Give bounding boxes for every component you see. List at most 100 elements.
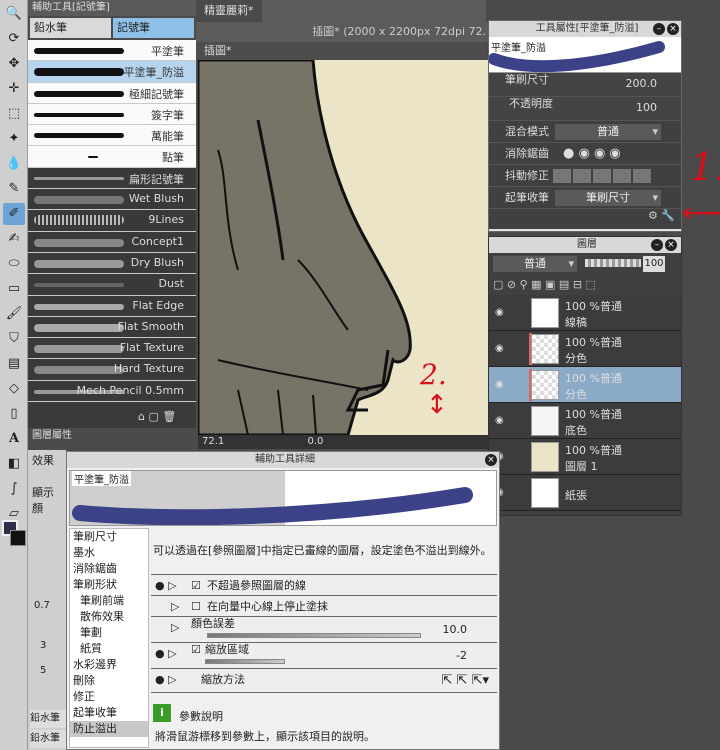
bottom-tab-1[interactable]: 鉛水筆 — [30, 710, 66, 728]
correct-line-icon[interactable]: ∫ — [3, 478, 25, 500]
brush-item[interactable]: 平塗筆 — [28, 40, 196, 62]
canvas-subtab[interactable]: 插圖* — [196, 42, 240, 60]
operation-icon[interactable]: ✛ — [3, 78, 25, 100]
blend-icon[interactable]: ⬭ — [3, 253, 25, 275]
tab-ink-pen[interactable]: 鉛水筆 — [30, 18, 111, 38]
tab-marker[interactable]: 記號筆 — [113, 18, 194, 38]
layer-panel-min-icon[interactable]: – — [651, 239, 663, 251]
bottom-tab-2[interactable]: 鉛水筆 — [30, 730, 66, 748]
layer-opacity-slider[interactable] — [585, 259, 641, 267]
layer-row[interactable]: ◉ 100 %普通 分色 — [489, 367, 681, 403]
opacity-value[interactable]: 100 — [636, 101, 657, 115]
blend-mode-dropdown[interactable]: 普通 — [555, 124, 661, 140]
category-item[interactable]: 散佈效果 — [70, 609, 148, 625]
option-not-exceed-lines[interactable]: ● ▷ ☑ 不超過參照圖層的線 — [151, 575, 497, 596]
scale-area-value[interactable]: -2 — [456, 645, 467, 666]
angle-value[interactable]: 0.0 — [307, 436, 323, 447]
scale-area-slider[interactable] — [205, 659, 285, 664]
antialias-row[interactable]: 消除鋸齒 ● ◉ ◉ ◉ — [489, 143, 681, 165]
option-scale-method[interactable]: ● ▷ 縮放方法 ⇱ ⇱ ⇱▾ — [151, 669, 497, 693]
visibility-eye-icon[interactable]: ◉ — [495, 379, 504, 390]
brush-item[interactable]: Wet Blush — [28, 189, 196, 211]
layer-blend-dropdown[interactable]: 普通 — [493, 256, 577, 272]
brush-item[interactable]: 萬能筆 — [28, 125, 196, 147]
dialog-close-icon[interactable]: × — [485, 454, 497, 466]
start-end-dropdown[interactable]: 筆刷尺寸 — [555, 190, 661, 206]
category-item[interactable]: 消除鋸齒 — [70, 561, 148, 577]
stabilization-row[interactable]: 抖動修正 — [489, 165, 681, 187]
auto-select-icon[interactable]: ✦ — [3, 128, 25, 150]
brush-item[interactable]: 簽字筆 — [28, 103, 196, 126]
eraser-icon[interactable]: ▭ — [3, 278, 25, 300]
move-icon[interactable]: ✥ — [3, 53, 25, 75]
brush-item[interactable]: 點筆 — [28, 146, 196, 168]
category-item[interactable]: 筆刷形狀 — [70, 577, 148, 593]
brush-item[interactable]: 扁形記號筆 — [28, 167, 196, 190]
layer-toolbar[interactable]: ▢ ⊘ ⚲ ▦ ▣ ▤ ⊟ ⬚ — [489, 275, 681, 295]
category-item[interactable]: 起筆收筆 — [70, 705, 148, 721]
brush-item[interactable]: Concept1 — [28, 231, 196, 253]
gradient-icon[interactable]: ▤ — [3, 353, 25, 375]
brush-item[interactable]: Flat Edge — [28, 295, 196, 317]
option-color-tolerance[interactable]: ▷ 顏色誤差 10.0 — [151, 617, 497, 643]
layer-row[interactable]: ◉ 100 %普通 底色 — [489, 403, 681, 439]
brush-size-value[interactable]: 200.0 — [626, 77, 658, 91]
category-item[interactable]: 防止溢出 — [70, 721, 148, 737]
layer-row[interactable]: ◉100 %普通圖層 1 — [489, 439, 681, 475]
text-icon[interactable]: A — [3, 428, 25, 450]
brush-item[interactable]: 極細記號筆 — [28, 82, 196, 104]
category-item[interactable]: 紙質 — [70, 641, 148, 657]
category-item[interactable]: 筆刷尺寸 — [70, 529, 148, 545]
color-tolerance-value[interactable]: 10.0 — [443, 619, 468, 640]
visibility-eye-icon[interactable]: ◉ — [495, 415, 504, 426]
brush-item[interactable]: Flat Texture — [28, 338, 196, 360]
brush-item[interactable]: Dust — [28, 274, 196, 296]
settings-icon[interactable]: ⚙ 🔧 — [648, 209, 675, 222]
panel-min-icon[interactable]: – — [653, 23, 665, 35]
airbrush-icon[interactable]: ✍ — [3, 228, 25, 250]
layer-row[interactable]: ◉ 100 %普通 分色 — [489, 331, 681, 367]
rotate-icon[interactable]: ⟳ — [3, 28, 25, 50]
sub-color-swatch[interactable] — [10, 530, 26, 546]
document-tab[interactable]: 精靈麗莉* — [196, 0, 262, 22]
blend-mode-row[interactable]: 混合模式 普通 — [489, 121, 681, 143]
panel-close-icon[interactable]: × — [667, 23, 679, 35]
visibility-eye-icon[interactable]: ◉ — [495, 307, 504, 318]
zoom-value[interactable]: 72.1 — [202, 436, 224, 447]
visibility-eye-icon[interactable]: ◉ — [495, 343, 504, 354]
fill-icon[interactable]: ⛉ — [3, 328, 25, 350]
stabilization-slider[interactable] — [553, 169, 653, 183]
select-icon[interactable]: ⬚ — [3, 103, 25, 125]
category-item[interactable]: 水彩邊界 — [70, 657, 148, 673]
brush-item[interactable]: Hard Texture — [28, 359, 196, 381]
brush-item-selected[interactable]: 平塗筆_防溢 — [28, 61, 196, 83]
frame-icon[interactable]: ▯ — [3, 403, 25, 425]
layer-panel-close-icon[interactable]: × — [665, 239, 677, 251]
zoom-icon[interactable]: 🔍 — [3, 3, 25, 25]
figure-icon[interactable]: ◇ — [3, 378, 25, 400]
canvas[interactable]: 2. ↕ — [198, 60, 488, 435]
brush-size-row[interactable]: 筆刷尺寸 200.0 — [489, 73, 681, 97]
brush-item[interactable]: Dry Blush — [28, 252, 196, 275]
category-item[interactable]: 刪除 — [70, 673, 148, 689]
subtool-footer-icons[interactable]: ⌂ ▢ 🗑 — [138, 410, 176, 423]
category-item[interactable]: 筆劃 — [70, 625, 148, 641]
layer-row[interactable]: ◉ 100 %普通 線稿 — [489, 295, 681, 331]
color-tolerance-slider[interactable] — [207, 633, 421, 638]
brush-item[interactable]: 9Lines — [28, 210, 196, 232]
layer-row[interactable]: ◉紙張 — [489, 475, 681, 511]
layer-opacity-value[interactable]: 100 — [643, 256, 665, 272]
marker-icon[interactable]: ✐ — [3, 203, 25, 225]
opacity-row[interactable]: 不透明度 100 — [489, 97, 681, 121]
option-scale-area[interactable]: ● ▷ ☑ 縮放區域 -2 — [151, 643, 497, 669]
antialias-options-icon[interactable]: ● ◉ ◉ ◉ — [563, 143, 621, 165]
pen-icon[interactable]: ✎ — [3, 178, 25, 200]
category-item[interactable]: 修正 — [70, 689, 148, 705]
gradation-icon[interactable]: ◧ — [3, 453, 25, 475]
brush-item[interactable]: Flat Smooth — [28, 316, 196, 339]
brush-item[interactable]: Mech Pencil 0.5mm — [28, 380, 196, 403]
scale-method-icons[interactable]: ⇱ ⇱ ⇱▾ — [442, 670, 489, 691]
eyedropper-icon[interactable]: 💧 — [3, 153, 25, 175]
category-item[interactable]: 筆刷前端 — [70, 593, 148, 609]
brush-icon[interactable]: 🖌 — [3, 303, 25, 325]
